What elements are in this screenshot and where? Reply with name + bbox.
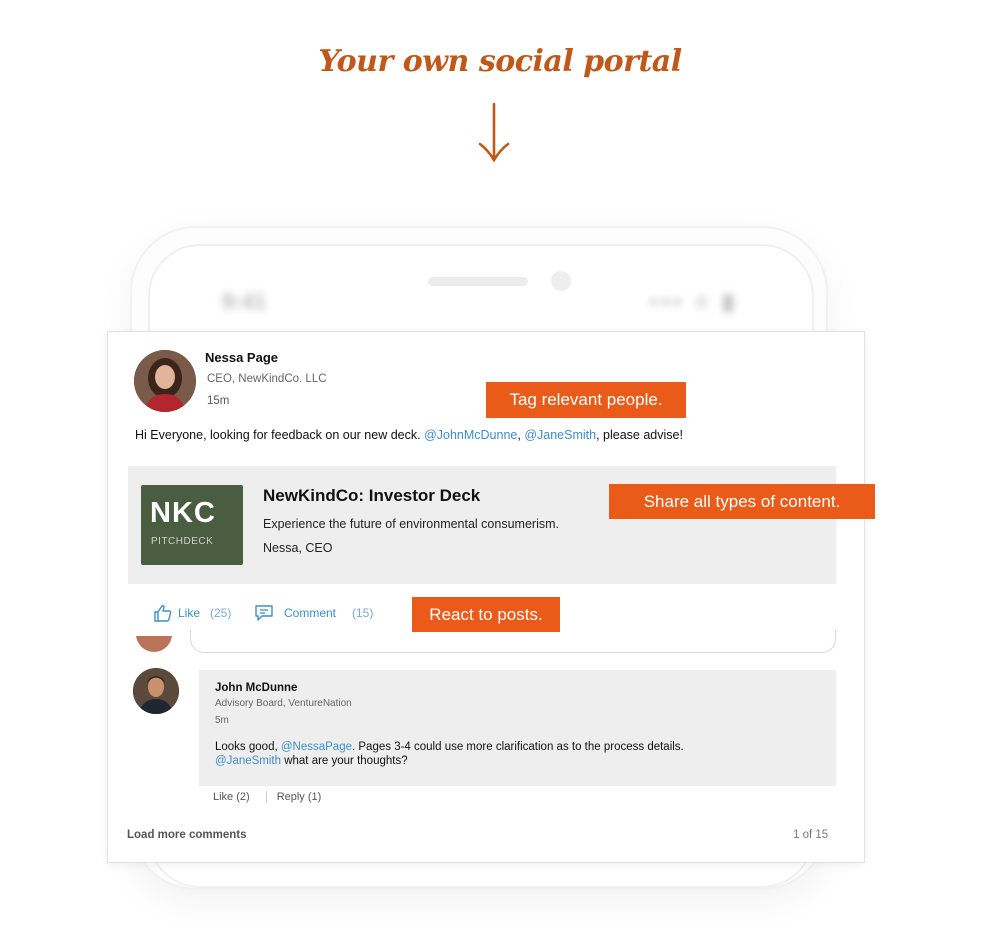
comment-text-part: Looks good, [215, 741, 281, 753]
author-role: CEO, NewKindCo. LLC [207, 373, 327, 385]
comment-author-role: Advisory Board, VentureNation [215, 698, 352, 709]
like-count: (25) [210, 606, 232, 620]
comment-button[interactable]: Comment (15) [254, 604, 373, 622]
attachment-author: Nessa, CEO [263, 541, 333, 555]
mention-link[interactable]: @JohnMcDunne [424, 428, 517, 442]
comment-count: (15) [352, 606, 374, 620]
post-text: Hi Everyone, looking for feedback on our… [135, 428, 683, 442]
comment-text-part: what are your thoughts? [281, 755, 408, 767]
mention-link[interactable]: @JaneSmith [524, 428, 596, 442]
comment-label: Comment [284, 606, 337, 620]
status-time: 9:41 [222, 289, 267, 314]
callout-tag: Tag relevant people. [486, 382, 686, 418]
nessa-avatar-icon [134, 350, 196, 412]
status-icons: ••• ≡ ▮ [650, 289, 739, 314]
divider [190, 630, 836, 653]
comment-like-button[interactable]: Like (2) [213, 791, 250, 803]
avatar[interactable] [133, 668, 179, 714]
comment-icon [255, 605, 273, 621]
divider [265, 791, 267, 803]
author-name[interactable]: Nessa Page [205, 350, 278, 365]
post-text-part: , please advise! [596, 428, 683, 442]
attachment-title[interactable]: NewKindCo: Investor Deck [263, 486, 480, 506]
comment-text-part: . Pages 3-4 could use more clarification… [352, 741, 684, 753]
mention-link[interactable]: @NessaPage [281, 741, 352, 753]
pagination-indicator: 1 of 15 [793, 829, 829, 841]
avatar[interactable] [134, 350, 196, 412]
hero-title: Your own social portal [318, 44, 682, 79]
phone-speaker [428, 277, 528, 286]
post-time: 15m [207, 395, 230, 407]
comment-time: 5m [215, 715, 229, 726]
like-button[interactable]: Like (25) [153, 604, 231, 622]
callout-react: React to posts. [412, 597, 560, 632]
thumbnail-logo: NKC [150, 497, 216, 529]
callout-share: Share all types of content. [609, 484, 875, 519]
john-avatar-icon [133, 668, 179, 714]
load-more-comments-link[interactable]: Load more comments [127, 829, 247, 841]
down-arrow-icon [478, 102, 510, 163]
avatar [136, 636, 172, 654]
post-text-part: Hi Everyone, looking for feedback on our… [135, 428, 425, 442]
mention-link[interactable]: @JaneSmith [215, 755, 281, 767]
thumbs-up-icon [154, 604, 172, 622]
thumbnail-subtitle: PITCHDECK [151, 536, 214, 547]
like-label: Like [178, 606, 201, 620]
comment-author-name[interactable]: John McDunne [215, 682, 297, 694]
comment-text: Looks good, @NessaPage. Pages 3-4 could … [215, 740, 715, 768]
comment-actions: Like (2) Reply (1) [213, 791, 321, 803]
attachment-description: Experience the future of environmental c… [263, 517, 559, 531]
phone-camera [551, 271, 571, 291]
comment-reply-button[interactable]: Reply (1) [277, 791, 322, 803]
